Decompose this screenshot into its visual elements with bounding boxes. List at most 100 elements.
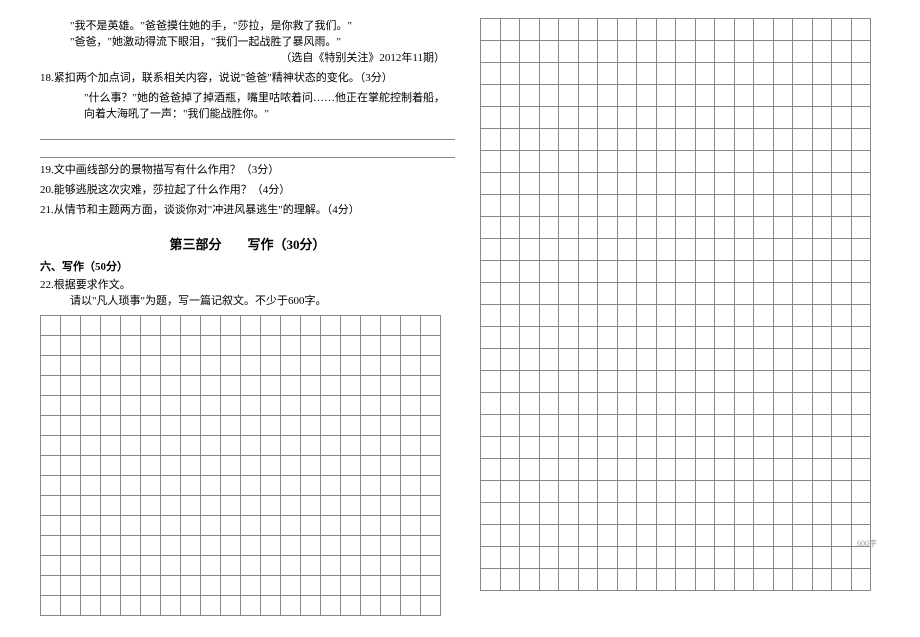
writing-cell[interactable] [141, 456, 161, 476]
writing-cell[interactable] [481, 481, 501, 503]
writing-cell[interactable] [221, 536, 241, 556]
writing-cell[interactable] [341, 536, 361, 556]
writing-cell[interactable] [520, 19, 540, 41]
writing-cell[interactable] [656, 459, 676, 481]
writing-cell[interactable] [656, 283, 676, 305]
writing-cell[interactable] [321, 356, 341, 376]
writing-cell[interactable] [793, 305, 813, 327]
writing-cell[interactable] [341, 476, 361, 496]
writing-cell[interactable] [656, 547, 676, 569]
writing-cell[interactable] [161, 356, 181, 376]
writing-cell[interactable] [321, 396, 341, 416]
writing-cell[interactable] [221, 436, 241, 456]
writing-cell[interactable] [81, 456, 101, 476]
writing-cell[interactable] [695, 525, 715, 547]
writing-cell[interactable] [734, 547, 754, 569]
writing-cell[interactable] [520, 503, 540, 525]
writing-cell[interactable] [181, 476, 201, 496]
writing-cell[interactable] [812, 481, 832, 503]
writing-cell[interactable] [851, 305, 871, 327]
writing-cell[interactable] [361, 456, 381, 476]
writing-cell[interactable] [241, 336, 261, 356]
writing-cell[interactable] [361, 516, 381, 536]
writing-cell[interactable] [559, 129, 579, 151]
writing-cell[interactable] [41, 336, 61, 356]
writing-cell[interactable] [695, 415, 715, 437]
writing-cell[interactable] [598, 415, 618, 437]
writing-cell[interactable] [559, 525, 579, 547]
writing-cell[interactable] [421, 416, 441, 436]
writing-cell[interactable] [754, 371, 774, 393]
writing-cell[interactable] [481, 173, 501, 195]
writing-cell[interactable] [321, 376, 341, 396]
writing-cell[interactable] [793, 415, 813, 437]
writing-cell[interactable] [656, 261, 676, 283]
writing-cell[interactable] [578, 437, 598, 459]
writing-cell[interactable] [141, 316, 161, 336]
writing-cell[interactable] [481, 107, 501, 129]
writing-cell[interactable] [261, 596, 281, 616]
writing-cell[interactable] [481, 327, 501, 349]
writing-cell[interactable] [181, 536, 201, 556]
writing-cell[interactable] [61, 556, 81, 576]
writing-cell[interactable] [520, 415, 540, 437]
writing-cell[interactable] [121, 396, 141, 416]
writing-cell[interactable] [281, 476, 301, 496]
writing-cell[interactable] [851, 85, 871, 107]
writing-cell[interactable] [598, 107, 618, 129]
writing-cell[interactable] [578, 129, 598, 151]
writing-cell[interactable] [241, 356, 261, 376]
writing-cell[interactable] [734, 173, 754, 195]
writing-cell[interactable] [201, 336, 221, 356]
writing-cell[interactable] [121, 596, 141, 616]
writing-cell[interactable] [578, 327, 598, 349]
writing-cell[interactable] [559, 393, 579, 415]
writing-cell[interactable] [812, 415, 832, 437]
writing-cell[interactable] [301, 576, 321, 596]
writing-cell[interactable] [321, 556, 341, 576]
writing-cell[interactable] [481, 151, 501, 173]
writing-cell[interactable] [221, 596, 241, 616]
writing-cell[interactable] [793, 503, 813, 525]
writing-cell[interactable] [598, 63, 618, 85]
writing-cell[interactable] [301, 436, 321, 456]
writing-cell[interactable] [41, 576, 61, 596]
writing-cell[interactable] [773, 349, 793, 371]
writing-cell[interactable] [559, 305, 579, 327]
writing-cell[interactable] [61, 396, 81, 416]
writing-cell[interactable] [656, 63, 676, 85]
writing-cell[interactable] [676, 151, 696, 173]
writing-cell[interactable] [61, 336, 81, 356]
writing-cell[interactable] [539, 129, 559, 151]
writing-cell[interactable] [734, 283, 754, 305]
writing-cell[interactable] [676, 349, 696, 371]
writing-cell[interactable] [656, 107, 676, 129]
writing-cell[interactable] [734, 481, 754, 503]
writing-cell[interactable] [361, 336, 381, 356]
writing-cell[interactable] [401, 596, 421, 616]
writing-cell[interactable] [578, 107, 598, 129]
writing-cell[interactable] [401, 556, 421, 576]
writing-cell[interactable] [656, 41, 676, 63]
writing-cell[interactable] [715, 261, 735, 283]
writing-cell[interactable] [301, 556, 321, 576]
writing-cell[interactable] [656, 415, 676, 437]
writing-cell[interactable] [401, 496, 421, 516]
writing-cell[interactable] [617, 19, 637, 41]
writing-cell[interactable] [676, 327, 696, 349]
writing-cell[interactable] [715, 503, 735, 525]
writing-cell[interactable] [539, 305, 559, 327]
writing-cell[interactable] [141, 496, 161, 516]
writing-cell[interactable] [617, 305, 637, 327]
writing-cell[interactable] [559, 371, 579, 393]
writing-cell[interactable] [101, 436, 121, 456]
writing-cell[interactable] [617, 151, 637, 173]
writing-cell[interactable] [559, 503, 579, 525]
writing-cell[interactable] [559, 437, 579, 459]
writing-cell[interactable] [598, 525, 618, 547]
writing-cell[interactable] [41, 456, 61, 476]
writing-cell[interactable] [281, 536, 301, 556]
writing-cell[interactable] [637, 305, 657, 327]
writing-cell[interactable] [241, 576, 261, 596]
writing-cell[interactable] [637, 569, 657, 591]
